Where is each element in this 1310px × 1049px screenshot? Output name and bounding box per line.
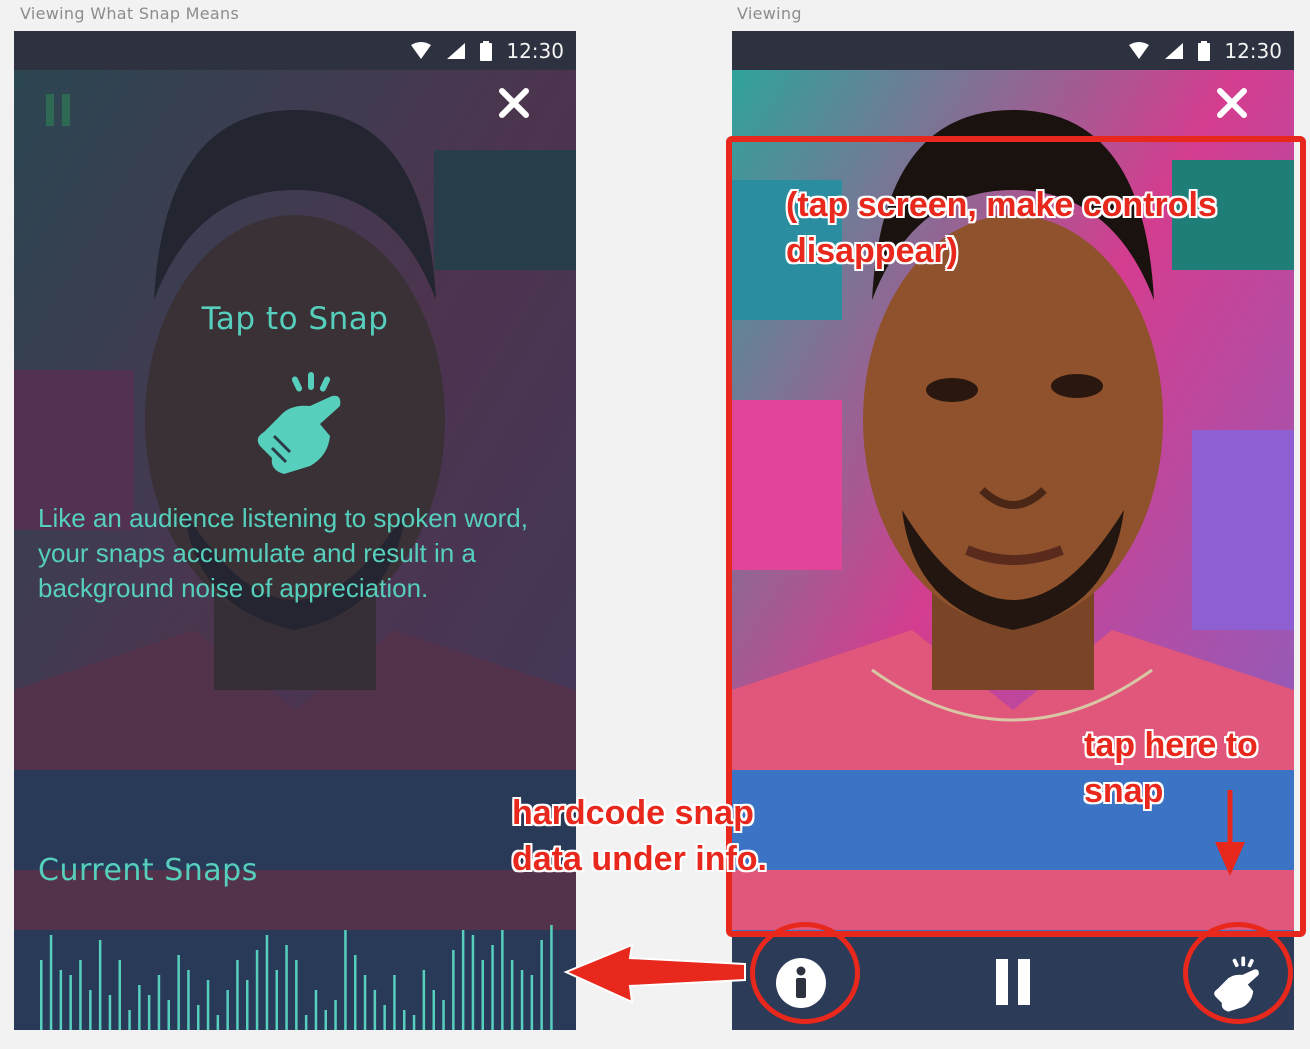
down-arrow (1215, 790, 1245, 876)
left-arrow (563, 943, 746, 1004)
annotation-arrows (563, 790, 1245, 1004)
